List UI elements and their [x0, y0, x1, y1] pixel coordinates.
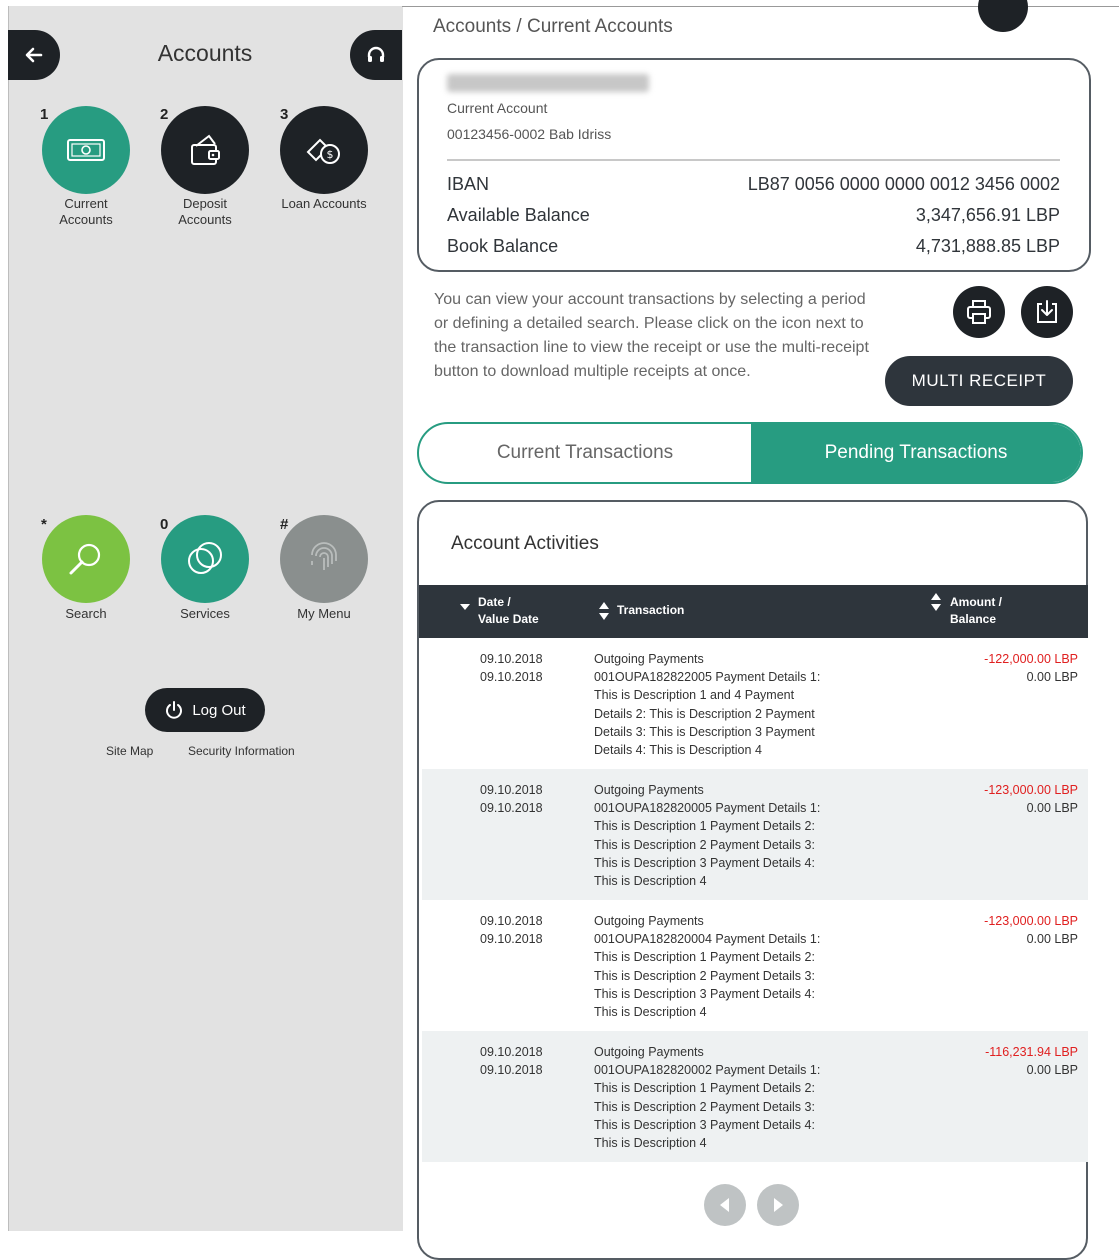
table-row[interactable]: 09.10.2018 09.10.2018 Outgoing Payments … [422, 900, 1088, 1031]
row-amount: -123,000.00 LBP [984, 914, 1078, 928]
row-value-date: 09.10.2018 [480, 801, 543, 815]
scroll-top-button[interactable] [978, 0, 1028, 32]
book-balance-value: 4,731,888.85 LBP [915, 236, 1060, 256]
available-balance-value: 3,347,656.91 LBP [915, 205, 1060, 225]
account-holder-name-redacted [447, 74, 649, 92]
row-balance: 0.00 LBP [1026, 670, 1078, 684]
download-button[interactable] [1021, 286, 1073, 338]
support-button[interactable] [350, 30, 402, 80]
iban-label: IBAN [447, 174, 490, 194]
row-description: Outgoing Payments 001OUPA182820002 Payme… [594, 1045, 821, 1151]
transactions-tabs: Current Transactions Pending Transaction… [417, 422, 1083, 484]
services-label: Services [180, 606, 230, 621]
wallet-icon [191, 134, 220, 165]
services-button[interactable] [161, 515, 249, 603]
row-description: Outgoing Payments 001OUPA182820004 Payme… [594, 914, 821, 1020]
site-map-link[interactable]: Site Map [106, 744, 153, 758]
available-balance-label: Available Balance [447, 205, 590, 225]
deposit-accounts-label: Deposit Accounts [178, 196, 232, 227]
next-page-button[interactable] [757, 1184, 799, 1226]
logout-label: Log Out [192, 701, 246, 719]
download-icon [1037, 300, 1057, 323]
tab-pending-transactions[interactable]: Pending Transactions [751, 424, 1081, 482]
info-text: You can view your account transactions b… [434, 291, 869, 380]
row-date: 09.10.2018 [480, 783, 543, 797]
print-icon [967, 300, 991, 324]
fingerprint-icon [311, 542, 337, 570]
menu-shortcut-2: 2 [160, 106, 169, 123]
search-icon [69, 543, 101, 575]
row-date: 09.10.2018 [480, 1045, 543, 1059]
multi-receipt-button[interactable]: MULTI RECEIPT [885, 356, 1073, 406]
back-button[interactable] [8, 30, 60, 80]
search-button[interactable] [42, 515, 130, 603]
table-row[interactable]: 09.10.2018 09.10.2018 Outgoing Payments … [422, 638, 1088, 769]
row-amount: -122,000.00 LBP [984, 652, 1078, 666]
amount-sort-icon[interactable] [931, 593, 941, 616]
row-balance: 0.00 LBP [1026, 801, 1078, 815]
previous-page-button[interactable] [704, 1184, 746, 1226]
services-icon [188, 542, 222, 574]
chevron-left-icon [720, 1198, 729, 1212]
table-row[interactable]: 09.10.2018 09.10.2018 Outgoing Payments … [422, 1031, 1088, 1162]
date-sort-icon[interactable] [460, 599, 470, 617]
column-amount[interactable]: Amount / Balance [950, 594, 1002, 628]
headset-icon [367, 46, 385, 62]
my-menu-button[interactable] [280, 515, 368, 603]
column-date[interactable]: Date / Value Date [478, 594, 539, 628]
cash-icon [67, 139, 105, 161]
loan-icon: $ [306, 138, 340, 164]
account-type: Current Account [447, 100, 548, 116]
deposit-accounts-button[interactable] [161, 106, 249, 194]
back-arrow-icon [25, 47, 43, 63]
table-row[interactable]: 09.10.2018 09.10.2018 Outgoing Payments … [422, 769, 1088, 900]
tab-current-transactions[interactable]: Current Transactions [419, 424, 751, 482]
row-amount: -123,000.00 LBP [984, 783, 1078, 797]
row-date: 09.10.2018 [480, 914, 543, 928]
row-balance: 0.00 LBP [1026, 1063, 1078, 1077]
card-divider [447, 159, 1060, 161]
row-date: 09.10.2018 [480, 652, 543, 666]
iban-value: LB87 0056 0000 0000 0012 3456 0002 [747, 174, 1060, 194]
loan-accounts-button[interactable]: $ [280, 106, 368, 194]
logout-button[interactable]: Log Out [145, 688, 265, 732]
row-balance: 0.00 LBP [1026, 932, 1078, 946]
current-accounts-button[interactable] [42, 106, 130, 194]
menu-shortcut-star: * [41, 516, 47, 533]
row-amount: -116,231.94 LBP [985, 1045, 1078, 1059]
account-number: 00123456-0002 Bab Idriss [447, 126, 612, 142]
security-information-link[interactable]: Security Information [188, 744, 295, 758]
menu-shortcut-1: 1 [40, 106, 49, 123]
svg-text:$: $ [327, 148, 334, 161]
print-button[interactable] [953, 286, 1005, 338]
menu-shortcut-3: 3 [280, 106, 289, 123]
book-balance-label: Book Balance [447, 236, 559, 256]
row-description: Outgoing Payments 001OUPA182822005 Payme… [594, 652, 821, 758]
row-value-date: 09.10.2018 [480, 1063, 543, 1077]
row-description: Outgoing Payments 001OUPA182820005 Payme… [594, 783, 821, 889]
search-label: Search [65, 606, 107, 621]
column-transaction[interactable]: Transaction [617, 602, 684, 619]
menu-shortcut-hash: # [280, 516, 289, 533]
menu-shortcut-0: 0 [160, 516, 169, 533]
menu-title: Accounts [157, 40, 253, 66]
row-value-date: 09.10.2018 [480, 932, 543, 946]
loan-accounts-label: Loan Accounts [281, 196, 367, 211]
row-value-date: 09.10.2018 [480, 670, 543, 684]
activities-title: Account Activities [451, 533, 599, 554]
my-menu-label: My Menu [297, 606, 351, 621]
power-icon [166, 701, 183, 719]
chevron-right-icon [774, 1198, 783, 1212]
current-accounts-label: Current Accounts [59, 196, 113, 227]
breadcrumb: Accounts / Current Accounts [433, 16, 673, 37]
transaction-sort-icon[interactable] [599, 602, 609, 625]
